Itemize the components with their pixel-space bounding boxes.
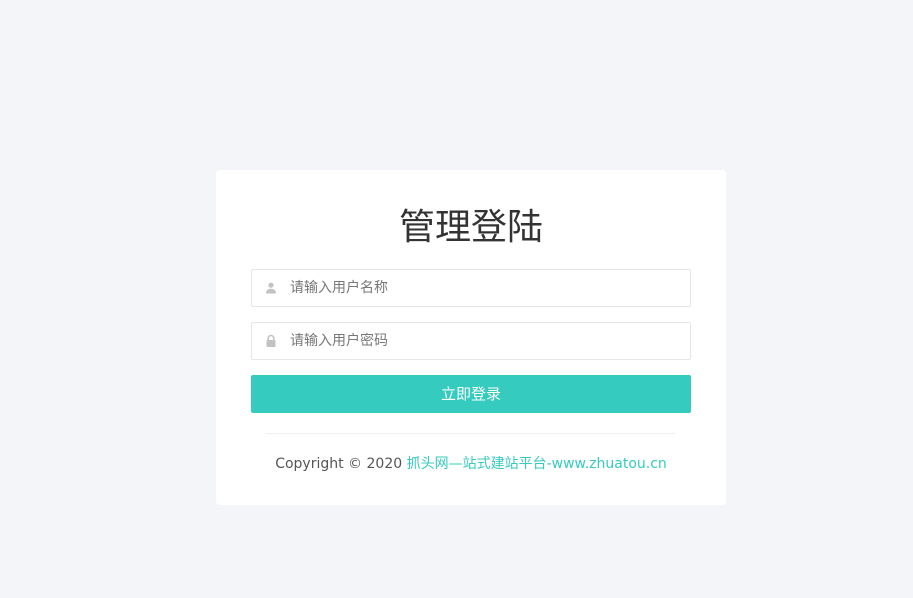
password-input[interactable] [290,323,680,359]
footer: Copyright © 2020 抓头网—站式建站平台-www.zhuatou.… [216,454,726,474]
username-field[interactable] [251,269,691,307]
lock-icon [266,334,276,347]
divider [266,433,676,434]
site-link[interactable]: 抓头网—站式建站平台-www.zhuatou.cn [407,456,667,472]
username-input[interactable] [290,270,680,306]
password-field[interactable] [251,322,691,360]
copyright-text: Copyright © 2020 [275,456,407,472]
login-button[interactable]: 立即登录 [251,375,691,413]
page-title: 管理登陆 [398,207,543,248]
user-icon [266,282,276,294]
login-card: 管理登陆 立即登录 Copyright © 2020 抓头网—站式建站平台-ww… [216,170,726,505]
